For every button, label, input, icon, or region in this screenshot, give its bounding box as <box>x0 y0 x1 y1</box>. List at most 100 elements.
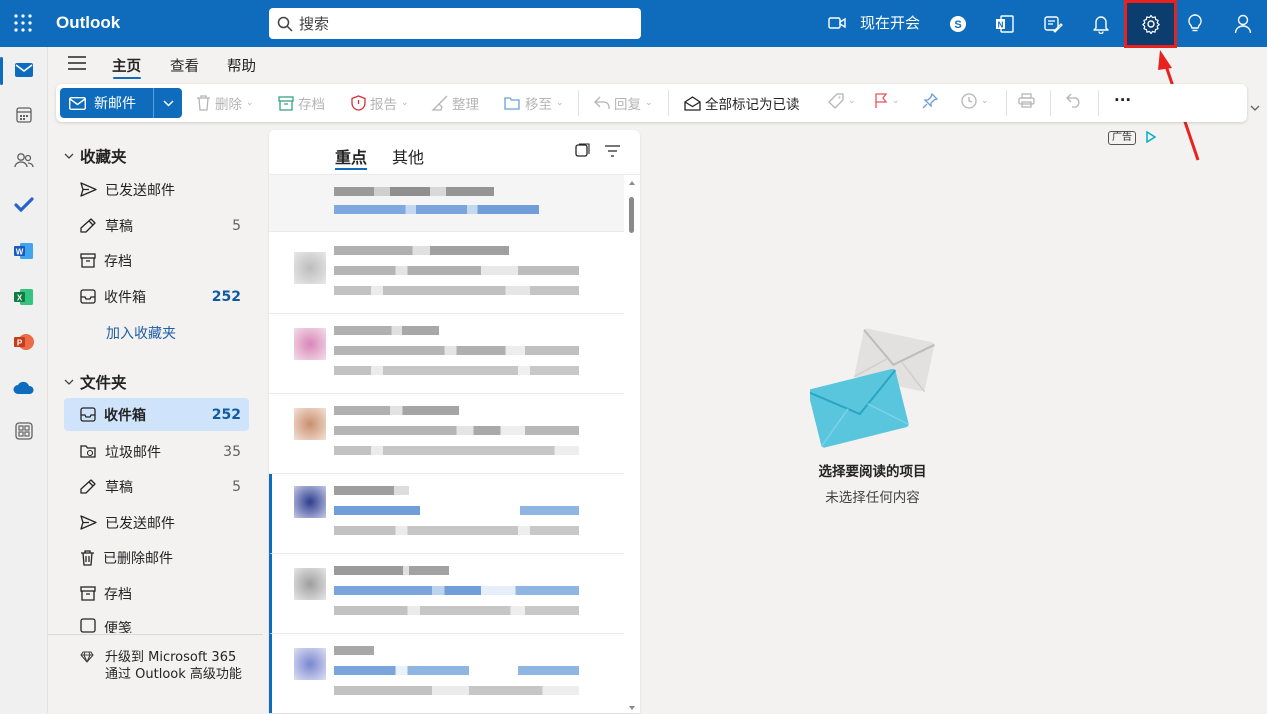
folders-title: 文件夹 <box>80 374 127 392</box>
flag-button[interactable]: ⌄ <box>874 93 900 109</box>
favorite-item-archive[interactable]: 存档 <box>64 244 249 277</box>
message-row-unread[interactable] <box>269 474 624 554</box>
people-icon[interactable] <box>12 148 36 172</box>
filter-icon[interactable] <box>605 145 620 157</box>
add-favorite-link[interactable]: 加入收藏夹 <box>106 323 176 343</box>
message-row[interactable] <box>269 175 624 232</box>
excel-icon[interactable]: X <box>12 285 36 309</box>
tab-help[interactable]: 帮助 <box>227 55 256 76</box>
onenote-icon[interactable]: N <box>993 12 1017 36</box>
folder-label: 已发送邮件 <box>105 515 175 532</box>
archive-label: 存档 <box>298 97 325 113</box>
folder-item-drafts[interactable]: 草稿 5 <box>64 470 249 503</box>
tab-other[interactable]: 其他 <box>392 144 424 168</box>
search-box[interactable] <box>269 8 641 39</box>
ribbon-expand-chevron-icon[interactable] <box>1250 105 1260 112</box>
pin-icon <box>922 93 938 109</box>
adchoices-icon[interactable] <box>1145 131 1157 143</box>
favorites-header[interactable]: 收藏夹 <box>64 145 127 167</box>
folder-label: 草稿 <box>105 218 133 235</box>
report-button[interactable]: 报告 ⌄ <box>351 93 409 113</box>
tag-button[interactable]: ⌄ <box>828 93 856 109</box>
tab-home[interactable]: 主页 <box>112 55 141 76</box>
calendar-icon[interactable] <box>12 103 36 127</box>
pin-button[interactable] <box>922 93 938 109</box>
video-icon <box>828 16 846 29</box>
new-mail-dropdown[interactable] <box>154 99 182 107</box>
folders-header[interactable]: 文件夹 <box>64 371 127 393</box>
folder-item-junk[interactable]: 垃圾邮件 35 <box>64 435 249 468</box>
skype-icon[interactable]: S <box>946 12 970 36</box>
folder-item-deleted[interactable]: 已删除邮件 <box>64 541 249 574</box>
undo-button[interactable] <box>1066 93 1082 108</box>
onedrive-icon[interactable] <box>12 376 36 400</box>
message-row[interactable] <box>269 394 624 474</box>
favorite-item-sent[interactable]: 已发送邮件 <box>64 173 249 206</box>
archive-button[interactable]: 存档 <box>278 93 325 113</box>
folder-label: 便笺 <box>104 621 132 633</box>
gear-icon <box>1141 14 1160 34</box>
bell-icon[interactable] <box>1089 12 1113 36</box>
meet-now-button[interactable]: 现在开会 <box>828 12 920 33</box>
more-apps-icon[interactable] <box>12 419 36 443</box>
more-options-button[interactable]: ··· <box>1114 91 1131 109</box>
folder-label: 已删除邮件 <box>103 550 173 567</box>
message-row[interactable] <box>269 314 624 394</box>
upgrade-banner[interactable]: 升级到 Microsoft 365 通过 Outlook 高级功能 <box>48 634 263 714</box>
select-icon[interactable] <box>575 143 590 158</box>
todo-icon[interactable] <box>12 193 36 217</box>
archive-icon <box>80 253 96 268</box>
tab-focused[interactable]: 重点 <box>335 144 367 168</box>
app-name[interactable]: Outlook <box>56 13 120 33</box>
ad-label[interactable]: 广告 <box>1108 131 1136 145</box>
folder-pane: 收藏夹 已发送邮件 草稿 5 存档 收件箱 252 加入收藏夹 文件夹 收件箱 … <box>48 127 263 714</box>
svg-text:W: W <box>16 247 24 256</box>
print-button[interactable] <box>1018 93 1035 108</box>
lightbulb-icon[interactable] <box>1183 12 1207 36</box>
delete-button[interactable]: 删除 ⌄ <box>196 93 254 113</box>
folder-item-notes[interactable]: 便笺 <box>64 613 249 633</box>
sweep-button[interactable]: 整理 <box>431 93 479 113</box>
mail-icon[interactable] <box>12 58 36 82</box>
app-launcher-icon[interactable] <box>13 13 33 33</box>
new-mail-label: 新邮件 <box>94 96 136 112</box>
powerpoint-icon[interactable]: P <box>12 330 36 354</box>
inbox-icon <box>80 289 96 304</box>
message-list-scrollbar[interactable] <box>628 180 636 713</box>
tab-active-underline <box>113 77 141 79</box>
folder-item-archive[interactable]: 存档 <box>64 577 249 610</box>
favorites-title: 收藏夹 <box>80 148 127 166</box>
search-input[interactable] <box>299 14 619 33</box>
meet-now-label: 现在开会 <box>860 14 921 32</box>
archive-icon <box>80 586 96 601</box>
settings-button[interactable] <box>1124 0 1177 48</box>
pencil-icon <box>80 479 96 494</box>
folder-item-inbox[interactable]: 收件箱 252 <box>64 398 249 431</box>
folder-label: 存档 <box>104 586 132 603</box>
snooze-button[interactable]: ⌄ <box>961 93 989 109</box>
favorite-item-drafts[interactable]: 草稿 5 <box>64 209 249 242</box>
new-mail-button[interactable]: 新邮件 <box>60 88 182 118</box>
message-row-unread[interactable] <box>269 554 624 634</box>
person-icon[interactable] <box>1231 12 1255 36</box>
feedback-icon[interactable] <box>1041 12 1065 36</box>
junk-icon <box>80 445 96 458</box>
trash-icon <box>197 95 210 111</box>
folder-label: 收件箱 <box>104 289 146 306</box>
message-row-unread[interactable] <box>269 634 624 713</box>
reply-label: 回复 <box>614 97 641 113</box>
folder-item-sent[interactable]: 已发送邮件 <box>64 506 249 539</box>
tab-view[interactable]: 查看 <box>170 55 199 76</box>
empty-state-subtitle: 未选择任何内容 <box>825 490 920 506</box>
favorite-item-inbox[interactable]: 收件箱 252 <box>64 280 249 313</box>
mark-all-read-button[interactable]: 全部标记为已读 <box>684 93 800 113</box>
message-row[interactable] <box>269 234 624 314</box>
send-icon <box>80 182 97 197</box>
hamburger-menu-icon[interactable] <box>68 56 86 70</box>
word-icon[interactable]: W <box>12 239 36 263</box>
reply-button[interactable]: 回复 ⌄ <box>594 93 653 113</box>
empty-mailbox-illustration <box>810 328 935 448</box>
separator <box>1050 90 1051 116</box>
folder-count: 35 <box>223 443 241 460</box>
move-to-button[interactable]: 移至 ⌄ <box>504 93 564 113</box>
